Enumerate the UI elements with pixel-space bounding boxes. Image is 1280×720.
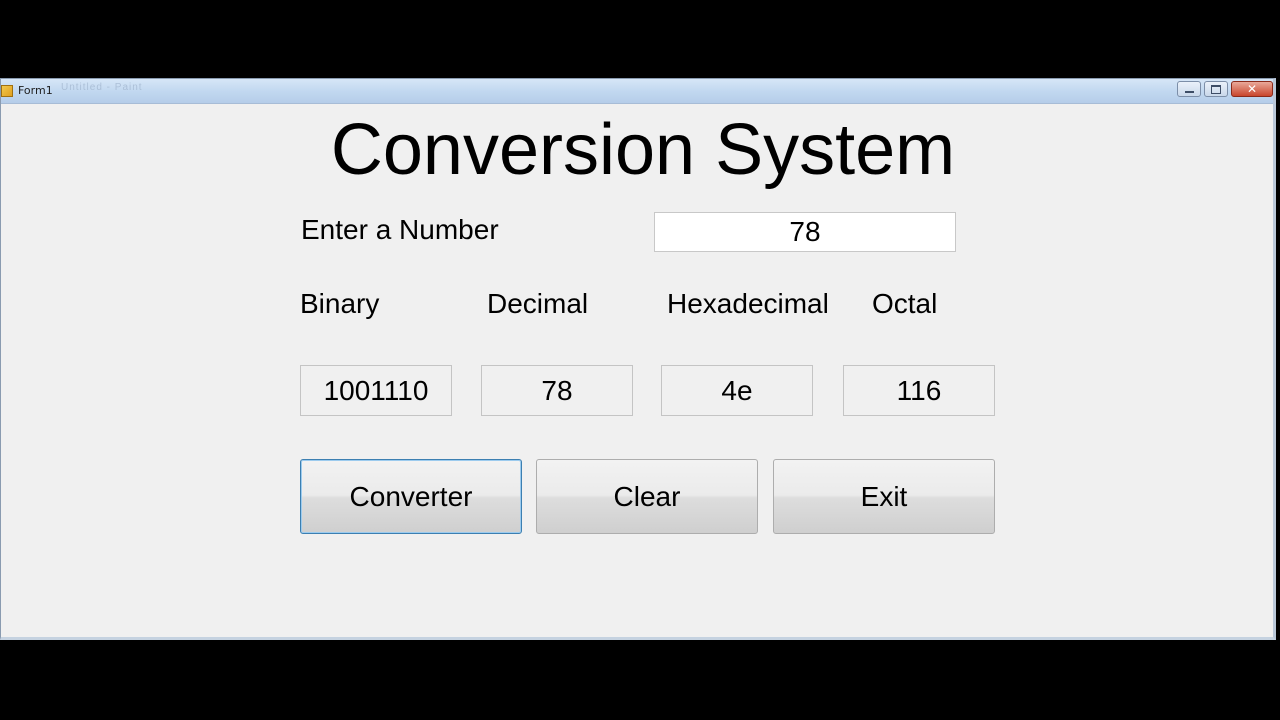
title-bar[interactable]: Form1 Untitled - Paint ✕ [1, 79, 1273, 104]
octal-output[interactable] [843, 365, 995, 416]
octal-label: Octal [872, 288, 938, 319]
clear-button[interactable]: Clear [536, 459, 758, 534]
decimal-label: Decimal [487, 288, 589, 319]
window-title: Form1 [18, 84, 53, 97]
converter-button[interactable]: Converter [300, 459, 522, 534]
form-window: Form1 Untitled - Paint ✕ Conversion Syst… [0, 78, 1276, 640]
hexadecimal-output[interactable] [661, 365, 813, 416]
background-window-title: Untitled - Paint [61, 82, 143, 93]
number-input[interactable] [654, 212, 956, 252]
minimize-icon [1184, 91, 1194, 93]
exit-button[interactable]: Exit [773, 459, 995, 534]
binary-label: Binary [300, 288, 380, 319]
decimal-output[interactable] [481, 365, 633, 416]
close-icon: ✕ [1246, 82, 1258, 96]
app-icon [1, 85, 13, 97]
minimize-button[interactable] [1177, 81, 1201, 97]
maximize-icon [1211, 84, 1221, 94]
binary-output[interactable] [300, 365, 452, 416]
enter-number-label: Enter a Number [301, 214, 499, 245]
page-title: Conversion System [330, 110, 956, 190]
hexadecimal-label: Hexadecimal [667, 288, 829, 319]
maximize-button[interactable] [1204, 81, 1228, 97]
close-button[interactable]: ✕ [1231, 81, 1273, 97]
